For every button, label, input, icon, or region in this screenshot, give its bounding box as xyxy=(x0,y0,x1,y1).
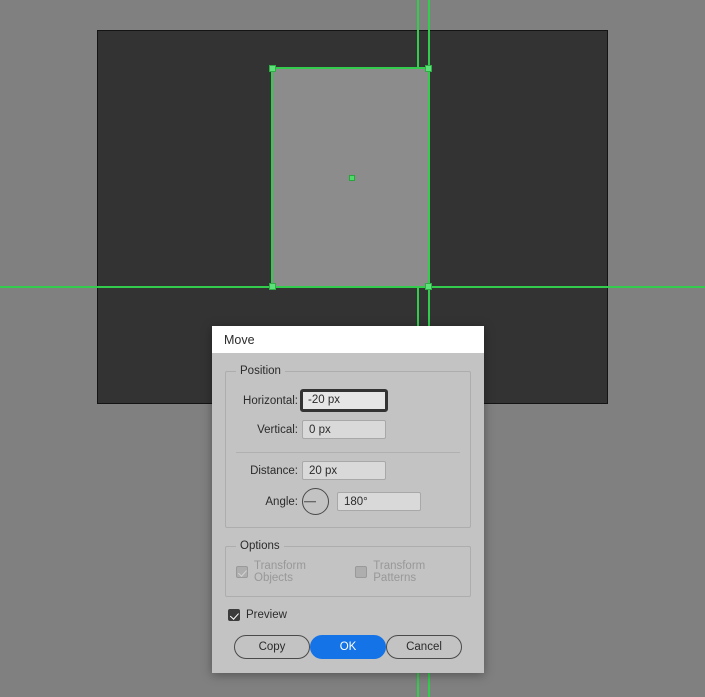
options-inline-row: Transform Objects Transform Patterns xyxy=(236,556,460,584)
dialog-titlebar: Move xyxy=(212,326,484,353)
selection-handle-bottom-left[interactable] xyxy=(269,283,276,290)
selection-handle-top-left[interactable] xyxy=(269,65,276,72)
angle-dial-icon[interactable] xyxy=(302,488,329,515)
distance-input[interactable]: 20 px xyxy=(302,461,386,480)
position-divider xyxy=(236,452,460,453)
vertical-label: Vertical: xyxy=(257,423,298,436)
options-group-legend: Options xyxy=(240,540,280,552)
distance-label: Distance: xyxy=(250,464,298,477)
horizontal-field-row: Horizontal: -20 px xyxy=(236,389,460,412)
horizontal-input[interactable]: -20 px xyxy=(300,389,388,412)
options-group: Options Transform Objects Transform Patt… xyxy=(225,540,471,597)
transform-objects-row: Transform Objects xyxy=(236,560,337,584)
preview-checkbox[interactable] xyxy=(228,609,240,621)
dialog-button-bar: Copy OK Cancel xyxy=(225,635,471,663)
horizontal-label: Horizontal: xyxy=(243,394,298,407)
transform-objects-checkbox xyxy=(236,566,248,578)
ok-button[interactable]: OK xyxy=(310,635,386,659)
angle-label: Angle: xyxy=(265,495,298,508)
position-group-legend: Position xyxy=(240,365,281,377)
transform-objects-label: Transform Objects xyxy=(254,560,306,584)
transform-patterns-row: Transform Patterns xyxy=(355,560,460,584)
vertical-field-row: Vertical: 0 px xyxy=(236,420,460,439)
preview-label: Preview xyxy=(246,609,287,621)
transform-patterns-label: Transform Patterns xyxy=(373,560,426,584)
distance-field-row: Distance: 20 px xyxy=(236,461,460,480)
angle-dial-needle xyxy=(304,500,316,503)
preview-row[interactable]: Preview xyxy=(228,609,471,621)
selection-handle-top-right[interactable] xyxy=(425,65,432,72)
dialog-body: Position Horizontal: -20 px Vertical: 0 … xyxy=(212,353,484,673)
dialog-title: Move xyxy=(224,332,255,347)
cancel-button[interactable]: Cancel xyxy=(386,635,462,659)
angle-field-row: Angle: 180° xyxy=(236,488,460,515)
position-group: Position Horizontal: -20 px Vertical: 0 … xyxy=(225,365,471,528)
transform-patterns-checkbox xyxy=(355,566,368,578)
move-dialog: Move Position Horizontal: -20 px Vertica… xyxy=(212,326,484,673)
copy-button[interactable]: Copy xyxy=(234,635,310,659)
vertical-input[interactable]: 0 px xyxy=(302,420,386,439)
shape-center-point xyxy=(349,175,355,181)
angle-input[interactable]: 180° xyxy=(337,492,421,511)
selection-handle-bottom-right[interactable] xyxy=(425,283,432,290)
